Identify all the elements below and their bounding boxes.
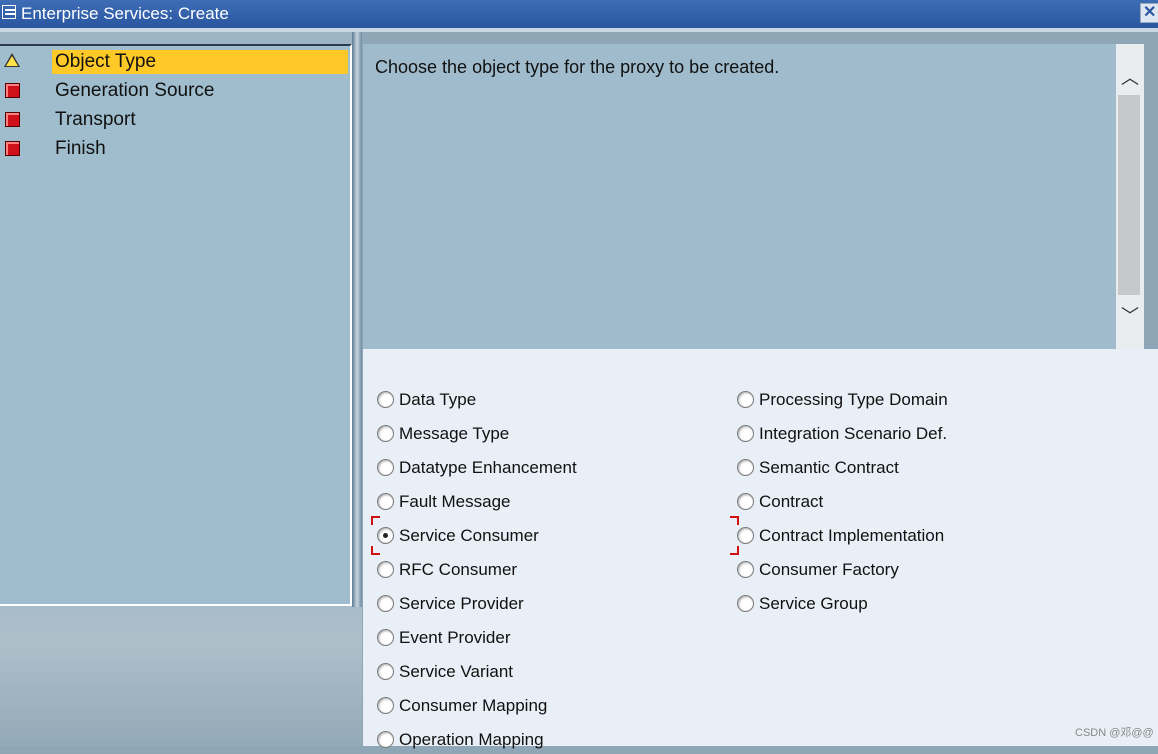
roadmap-step[interactable]: Finish bbox=[0, 136, 350, 162]
focus-corner bbox=[730, 516, 739, 525]
roadmap-list: Object Type Generation Source Transport Fin… bbox=[0, 44, 352, 606]
option-label: Datatype Enhancement bbox=[399, 458, 577, 477]
option-label: Data Type bbox=[399, 390, 477, 409]
radio-button[interactable] bbox=[737, 425, 754, 442]
option-label: Consumer Mapping bbox=[399, 696, 548, 715]
option-label: Service Consumer bbox=[399, 526, 539, 545]
radio-button[interactable] bbox=[377, 697, 394, 714]
focus-corner bbox=[730, 546, 739, 555]
description-scrollbar[interactable]: ︿ ﹀ bbox=[1116, 44, 1144, 349]
option-label: Consumer Factory bbox=[759, 560, 899, 579]
focus-corner bbox=[371, 546, 380, 555]
radio-button[interactable] bbox=[737, 527, 754, 544]
option-label: Message Type bbox=[399, 424, 510, 443]
option-label: Contract Implementation bbox=[759, 526, 945, 545]
option-label: Service Group bbox=[759, 594, 868, 613]
radio-button[interactable] bbox=[377, 493, 394, 510]
radio-button[interactable] bbox=[377, 527, 394, 544]
radio-button[interactable] bbox=[377, 561, 394, 578]
error-icon bbox=[5, 141, 20, 156]
radio-button[interactable] bbox=[737, 561, 754, 578]
radio-button[interactable] bbox=[737, 595, 754, 612]
window-menu-icon[interactable] bbox=[2, 5, 16, 19]
roadmap-step-label: Generation Source bbox=[55, 80, 215, 101]
option-label: Processing Type Domain bbox=[759, 390, 948, 409]
roadmap-step-label: Transport bbox=[55, 109, 136, 130]
option-label: Contract bbox=[759, 492, 824, 511]
radio-button[interactable] bbox=[377, 391, 394, 408]
scroll-down-icon[interactable]: ﹀ bbox=[1120, 306, 1140, 326]
roadmap-step[interactable]: Transport bbox=[0, 107, 350, 133]
option-label: Service Provider bbox=[399, 594, 524, 613]
radio-button[interactable] bbox=[377, 731, 394, 748]
window-title: Enterprise Services: Create bbox=[21, 4, 229, 23]
radio-button[interactable] bbox=[737, 493, 754, 510]
radio-button[interactable] bbox=[737, 391, 754, 408]
option-label: Event Provider bbox=[399, 628, 511, 647]
roadmap-step-label: Finish bbox=[55, 138, 106, 159]
warning-icon bbox=[4, 53, 20, 67]
radio-button[interactable] bbox=[377, 663, 394, 680]
radio-button[interactable] bbox=[377, 425, 394, 442]
radio-button[interactable] bbox=[377, 629, 394, 646]
decorative-strip bbox=[352, 32, 362, 607]
roadmap-step[interactable]: Object Type bbox=[0, 49, 350, 75]
radio-button[interactable] bbox=[377, 459, 394, 476]
option-label: Integration Scenario Def. bbox=[759, 424, 948, 443]
roadmap-step-label: Object Type bbox=[52, 50, 348, 74]
description-panel: Choose the object type for the proxy to … bbox=[363, 44, 1116, 349]
scroll-thumb[interactable] bbox=[1118, 95, 1140, 295]
error-icon bbox=[5, 83, 20, 98]
title-bar: Enterprise Services: Create ✕ bbox=[0, 0, 1158, 28]
scroll-up-icon[interactable]: ︿ bbox=[1120, 68, 1140, 88]
option-label: Service Variant bbox=[399, 662, 514, 681]
close-button[interactable]: ✕ bbox=[1140, 3, 1158, 23]
option-label: Semantic Contract bbox=[759, 458, 899, 477]
focus-corner bbox=[371, 516, 380, 525]
roadmap-step[interactable]: Generation Source bbox=[0, 78, 350, 104]
radio-button[interactable] bbox=[377, 595, 394, 612]
error-icon bbox=[5, 112, 20, 127]
option-label: RFC Consumer bbox=[399, 560, 518, 579]
watermark: CSDN @邓@@ bbox=[1075, 727, 1154, 739]
radio-button[interactable] bbox=[737, 459, 754, 476]
description-text: Choose the object type for the proxy to … bbox=[375, 57, 780, 77]
object-type-options: Data Type Message Type Datatype Enhancemen… bbox=[363, 349, 1158, 749]
option-label: Fault Message bbox=[399, 492, 511, 511]
option-label: Operation Mapping bbox=[399, 730, 544, 749]
